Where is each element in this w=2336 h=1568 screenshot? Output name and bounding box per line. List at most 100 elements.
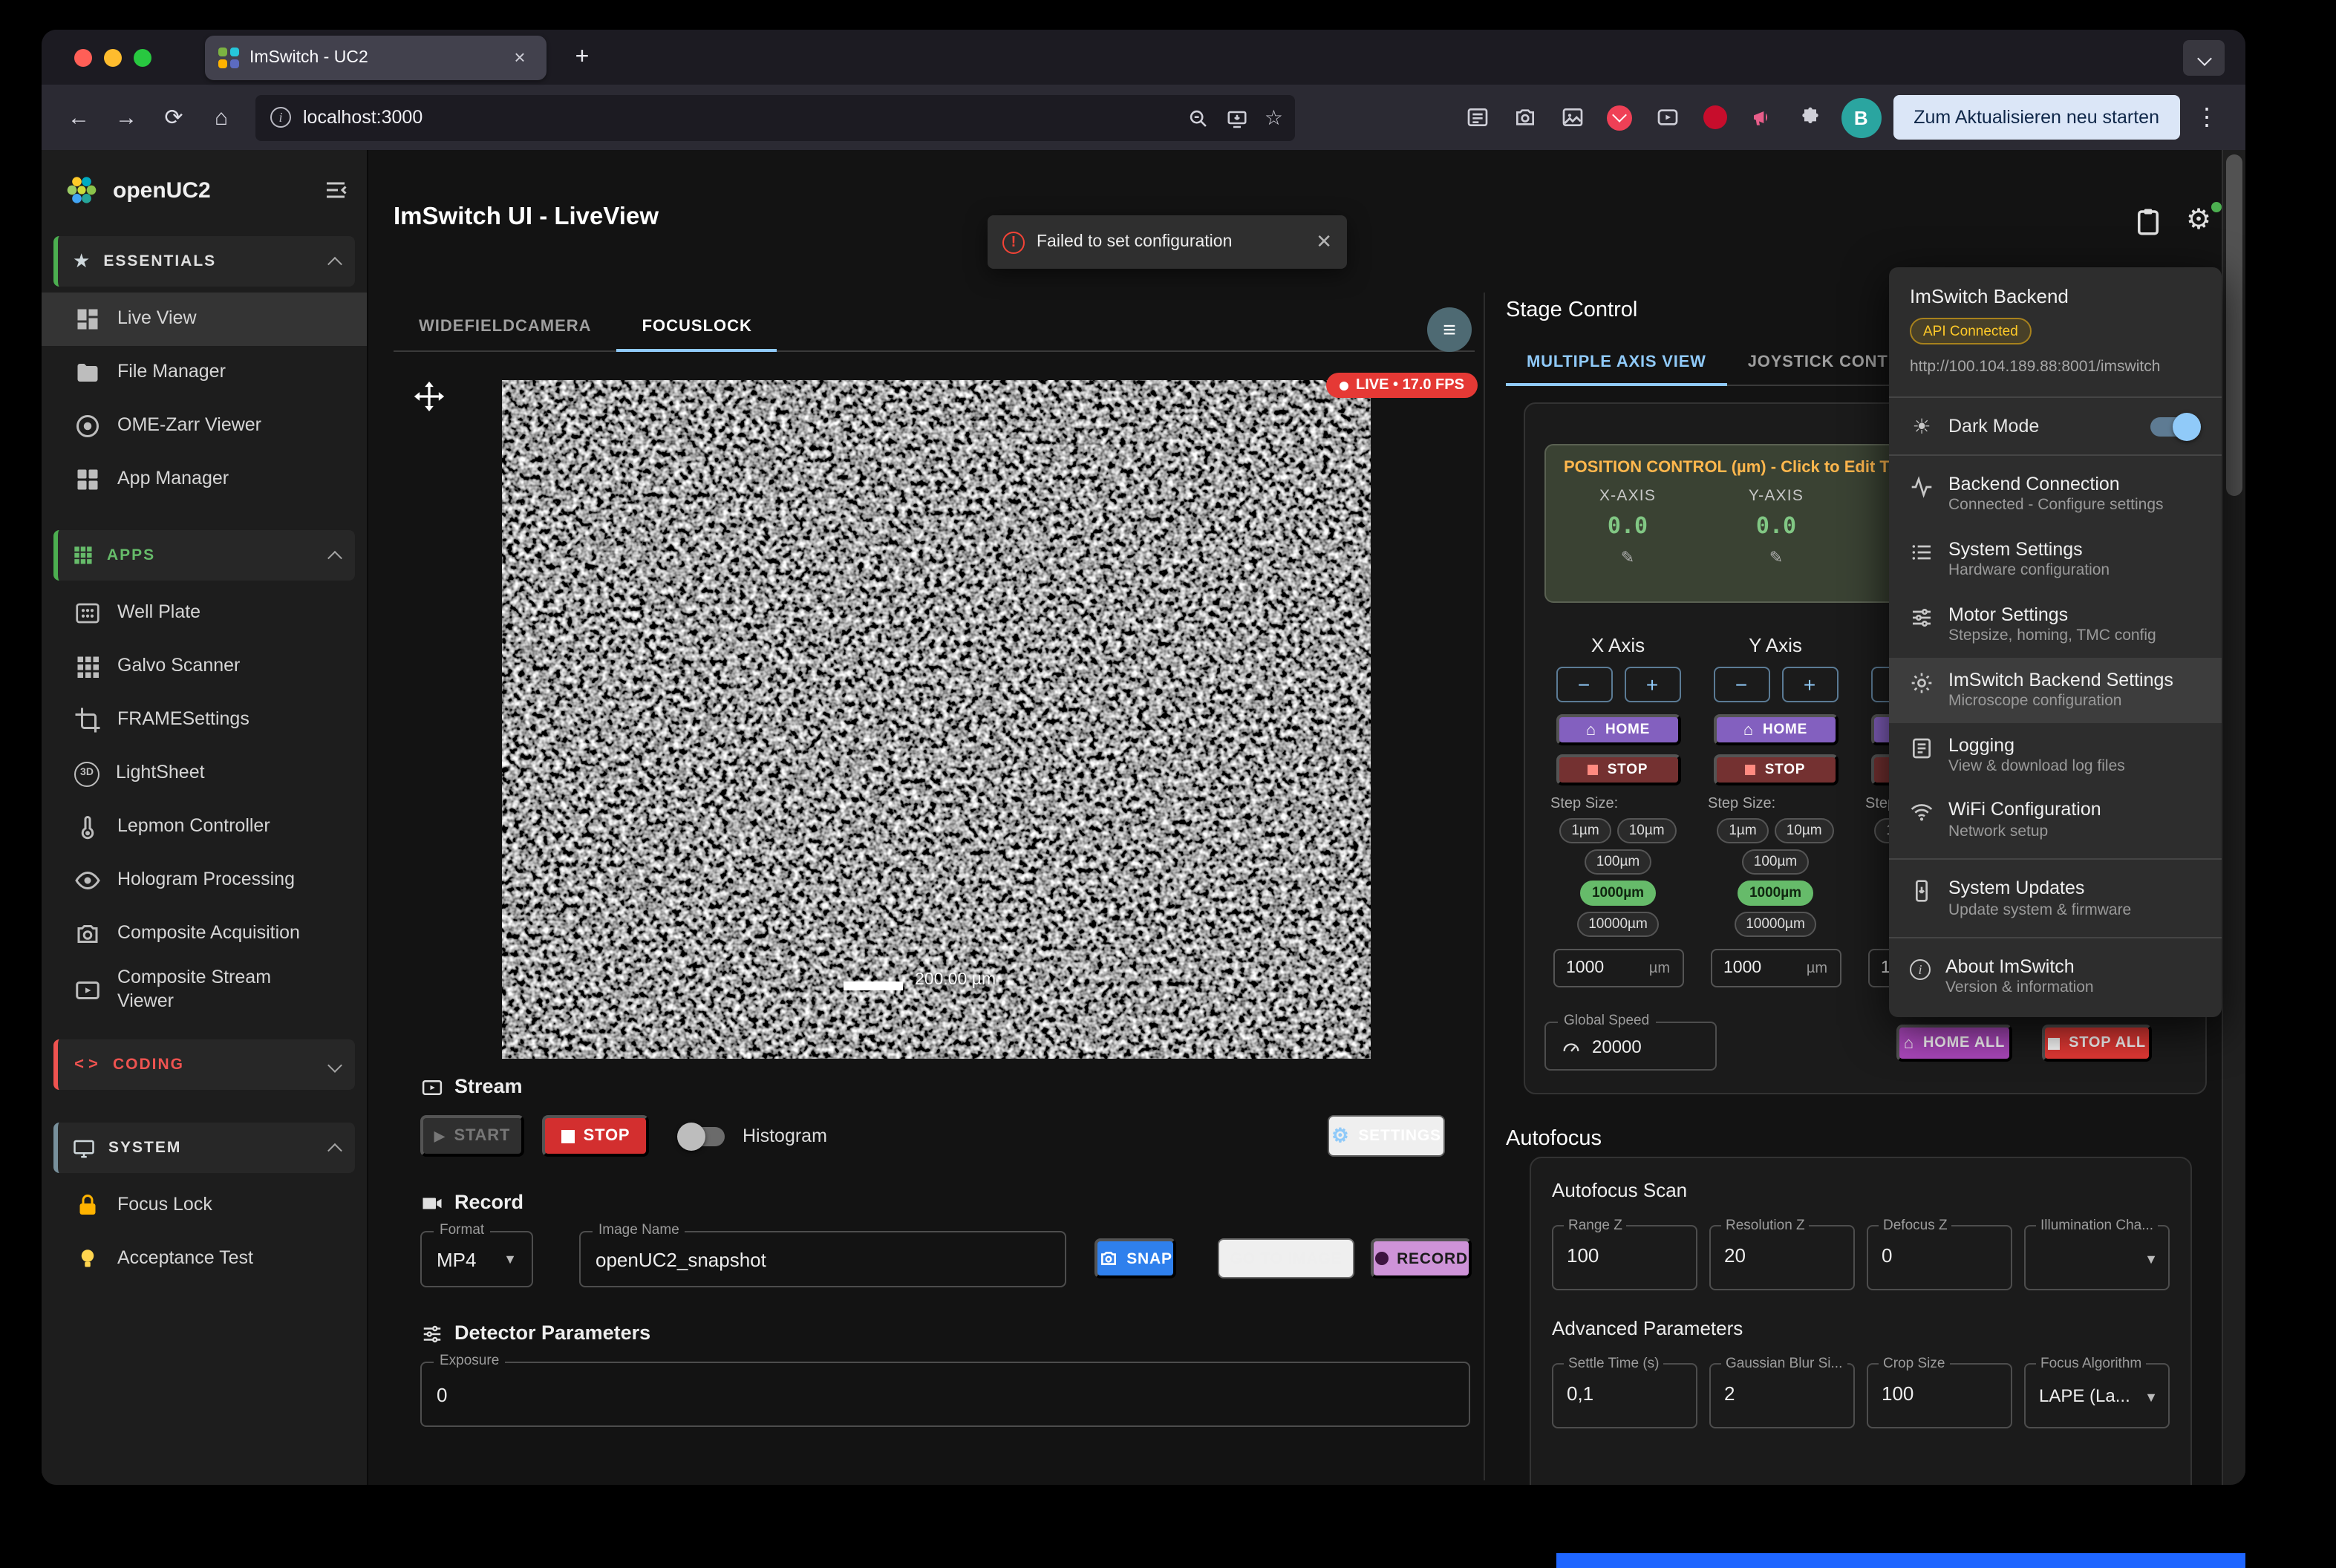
exposure-input[interactable] (422, 1363, 1469, 1425)
sidebar-item-ome-zarr-viewer[interactable]: OME-Zarr Viewer (42, 399, 367, 453)
restart-update-button[interactable]: Zum Aktualisieren neu starten (1893, 95, 2180, 140)
sidebar-section-coding[interactable]: < > CODING (53, 1040, 355, 1091)
sidebar-item-framesettings[interactable]: FRAMESettings (42, 693, 367, 747)
resolution-z-input[interactable] (1724, 1244, 1843, 1267)
sidebar-item-file-manager[interactable]: File Manager (42, 346, 367, 399)
home-button[interactable]: ⌂HOME (1556, 714, 1680, 745)
stop-all-button[interactable]: STOP ALL (2042, 1025, 2152, 1062)
menu-item-backend-connection[interactable]: Backend ConnectionConnected - Configure … (1889, 462, 2222, 527)
snap-button[interactable]: SNAP (1094, 1238, 1176, 1278)
settle-time-field[interactable]: Settle Time (s) (1552, 1363, 1697, 1428)
sidebar-item-composite-acquisition[interactable]: Composite Acquisition (42, 907, 367, 961)
step-size-field[interactable]: µm (1553, 949, 1683, 987)
sidebar-item-lepmon-controller[interactable]: Lepmon Controller (42, 800, 367, 854)
url-bar[interactable]: i localhost:3000 ☆ (255, 94, 1295, 140)
step-chip-selected[interactable]: 1000µm (1580, 881, 1656, 906)
new-tab-button[interactable]: + (564, 39, 600, 75)
page-info-icon[interactable]: i (270, 107, 291, 128)
sidebar-item-acceptance-test[interactable]: Acceptance Test (42, 1233, 367, 1287)
settings-gear-icon[interactable]: ⚙ (2186, 203, 2211, 238)
edit-pencil-icon[interactable]: ✎ (1769, 548, 1783, 567)
global-speed-field[interactable]: Global Speed 20000 (1544, 1022, 1717, 1071)
step-chip[interactable]: 100µm (1742, 849, 1810, 875)
tab-list-chevron-icon[interactable] (2183, 40, 2225, 76)
sidebar-item-galvo-scanner[interactable]: Galvo Scanner (42, 640, 367, 693)
menu-item-wifi-configuration[interactable]: WiFi ConfigurationNetwork setup (1889, 788, 2222, 853)
sidebar-section-apps[interactable]: APPS (53, 530, 355, 581)
sidebar-item-app-manager[interactable]: App Manager (42, 453, 367, 506)
exposure-field[interactable]: Exposure (420, 1362, 1470, 1427)
dark-mode-toggle[interactable] (2150, 416, 2198, 436)
adblock-extension-icon[interactable] (1695, 98, 1734, 137)
focus-algorithm-select[interactable]: Focus Algorithm LAPE (La... ▼ (2024, 1363, 2170, 1428)
dark-mode-row[interactable]: ☀ Dark Mode (1889, 404, 2222, 448)
step-chip[interactable]: 10µm (1617, 818, 1677, 843)
clipboard-icon[interactable] (2133, 206, 2164, 238)
screenshot-extension-icon[interactable] (1505, 98, 1544, 137)
bookmark-star-icon[interactable]: ☆ (1265, 105, 1283, 130)
start-button[interactable]: ▶START (420, 1115, 524, 1157)
sidebar-item-well-plate[interactable]: Well Plate (42, 587, 367, 640)
profile-avatar[interactable]: B (1841, 97, 1881, 137)
step-chip[interactable]: 1µm (1717, 818, 1768, 843)
sidebar-section-essentials[interactable]: ★ ESSENTIALS (53, 236, 355, 287)
record-button[interactable]: RECORD (1371, 1238, 1472, 1278)
zoom-icon[interactable] (1187, 108, 1211, 129)
megaphone-extension-icon[interactable] (1743, 98, 1781, 137)
axis-stop-button[interactable]: STOP (1556, 754, 1680, 785)
step-chip[interactable]: 10000µm (1734, 912, 1817, 937)
gaussian-blur-field[interactable]: Gaussian Blur Si... (1709, 1363, 1855, 1428)
menu-item-logging[interactable]: LoggingView & download log files (1889, 722, 2222, 788)
sidebar-item-composite-stream-viewer[interactable]: Composite Stream Viewer (42, 961, 367, 1019)
step-chip[interactable]: 1µm (1559, 818, 1611, 843)
video-extension-icon[interactable] (1648, 98, 1686, 137)
window-close-button[interactable] (74, 48, 92, 66)
defocus-z-field[interactable]: Defocus Z (1867, 1225, 2012, 1290)
page-scrollbar[interactable] (2222, 150, 2245, 1485)
sidebar-item-lightsheet[interactable]: 3D LightSheet (42, 747, 367, 800)
home-all-button[interactable]: ⌂HOME ALL (1896, 1025, 2012, 1062)
forward-button[interactable]: → (104, 95, 149, 140)
step-size-field[interactable]: µm (1710, 949, 1841, 987)
minus-button[interactable]: − (1556, 667, 1612, 702)
pocket-extension-icon[interactable] (1600, 98, 1639, 137)
range-z-field[interactable]: Range Z (1552, 1225, 1697, 1290)
axis-stop-button[interactable]: STOP (1713, 754, 1838, 785)
stream-settings-button[interactable]: ⚙SETTINGS (1328, 1115, 1445, 1157)
crop-size-field[interactable]: Crop Size (1867, 1363, 2012, 1428)
image-name-field[interactable]: Image Name (579, 1231, 1066, 1287)
edit-pencil-icon[interactable]: ✎ (1621, 548, 1634, 567)
settle-time-input[interactable] (1567, 1382, 1686, 1405)
sidebar-item-focus-lock[interactable]: Focus Lock (42, 1180, 367, 1233)
browser-menu-kebab-icon[interactable]: ⋮ (2183, 102, 2231, 132)
defocus-z-input[interactable] (1882, 1244, 2000, 1267)
gaussian-blur-input[interactable] (1724, 1382, 1843, 1405)
window-zoom-button[interactable] (134, 48, 151, 66)
move-handle-icon[interactable] (413, 380, 446, 413)
step-size-input[interactable] (1566, 959, 1640, 977)
home-button[interactable]: ⌂HOME (1713, 714, 1838, 745)
save-to-device-icon[interactable] (1226, 108, 1250, 130)
toast-close-icon[interactable]: ✕ (1316, 230, 1332, 254)
sidebar-item-live-view[interactable]: Live View (42, 293, 367, 346)
scrollbar-thumb[interactable] (2226, 154, 2242, 496)
tab-focuslock[interactable]: FOCUSLOCK (617, 303, 777, 350)
format-select[interactable]: Format MP4▼ (420, 1231, 533, 1287)
step-chip[interactable]: 10000µm (1576, 912, 1660, 937)
plus-button[interactable]: + (1781, 667, 1838, 702)
illumination-channel-select[interactable]: Illumination Cha... ▼ (2024, 1225, 2170, 1290)
step-chip[interactable]: 10µm (1775, 818, 1834, 843)
resolution-z-field[interactable]: Resolution Z (1709, 1225, 1855, 1290)
reload-button[interactable]: ⟳ (151, 95, 196, 140)
reader-extension-icon[interactable] (1458, 98, 1496, 137)
tab-close-icon[interactable]: × (506, 44, 533, 71)
menu-item-imswitch-backend-settings[interactable]: ImSwitch Backend SettingsMicroscope conf… (1889, 657, 2222, 722)
plus-button[interactable]: + (1624, 667, 1680, 702)
sidebar-item-hologram-processing[interactable]: Hologram Processing (42, 854, 367, 907)
back-button[interactable]: ← (56, 95, 101, 140)
viewer-menu-button[interactable]: ≡ (1427, 307, 1472, 352)
home-button[interactable]: ⌂ (199, 95, 244, 140)
images-extension-icon[interactable] (1553, 98, 1591, 137)
browser-tab[interactable]: ImSwitch - UC2 × (205, 35, 547, 79)
window-minimize-button[interactable] (104, 48, 122, 66)
